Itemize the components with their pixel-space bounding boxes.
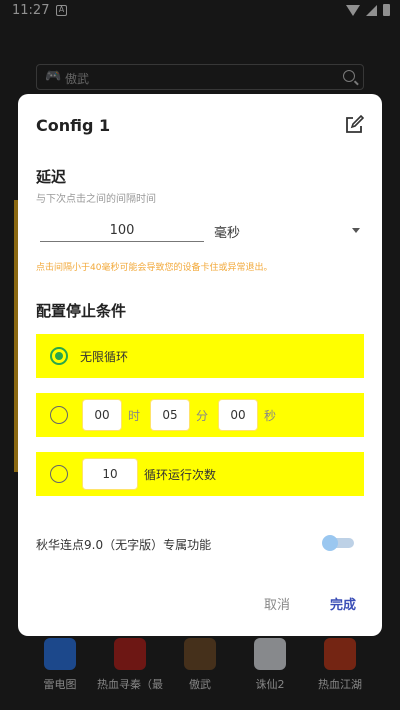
chevron-down-icon — [352, 228, 360, 233]
infinite-label: 无限循环 — [80, 350, 129, 364]
delay-title: 延迟 — [36, 168, 67, 186]
option-infinite-loop[interactable]: 无限循环 — [36, 334, 364, 378]
dialog-title: Config 1 — [36, 116, 111, 135]
delay-unit-select[interactable]: 毫秒 — [214, 218, 364, 242]
delay-subtitle: 与下次点击之间的间隔时间 — [36, 194, 156, 205]
config-dialog: Config 1 延迟 与下次点击之间的间隔时间 毫秒 点击间隔小于40毫秒可能… — [18, 94, 382, 636]
toggle-knob — [322, 535, 338, 551]
radio-timed[interactable] — [50, 406, 68, 424]
done-button[interactable]: 完成 — [330, 594, 356, 613]
loop-count-label: 循环运行次数 — [144, 468, 217, 482]
radio-infinite[interactable] — [50, 347, 68, 365]
option-loop-count[interactable]: 10 循环运行次数 — [36, 452, 364, 496]
hours-unit: 时 — [128, 409, 141, 423]
cancel-button[interactable]: 取消 — [264, 594, 290, 613]
minutes-unit: 分 — [196, 409, 209, 423]
loop-count-input[interactable]: 10 — [82, 458, 138, 490]
seconds-unit: 秒 — [264, 409, 277, 423]
delay-input[interactable] — [40, 220, 204, 242]
exclusive-feature-label: 秋华连点9.0（无字版）专属功能 — [36, 538, 212, 552]
radio-count[interactable] — [50, 465, 68, 483]
minutes-input[interactable]: 05 — [150, 399, 190, 431]
seconds-input[interactable]: 00 — [218, 399, 258, 431]
exclusive-feature-toggle[interactable] — [322, 535, 354, 551]
hours-input[interactable]: 00 — [82, 399, 122, 431]
edit-icon[interactable] — [344, 115, 364, 135]
stop-condition-title: 配置停止条件 — [36, 302, 127, 320]
delay-warning: 点击间隔小于40毫秒可能会导致您的设备卡住或异常退出。 — [36, 263, 273, 273]
unit-value: 毫秒 — [214, 226, 241, 241]
option-timed[interactable]: 00 时 05 分 00 秒 — [36, 393, 364, 437]
